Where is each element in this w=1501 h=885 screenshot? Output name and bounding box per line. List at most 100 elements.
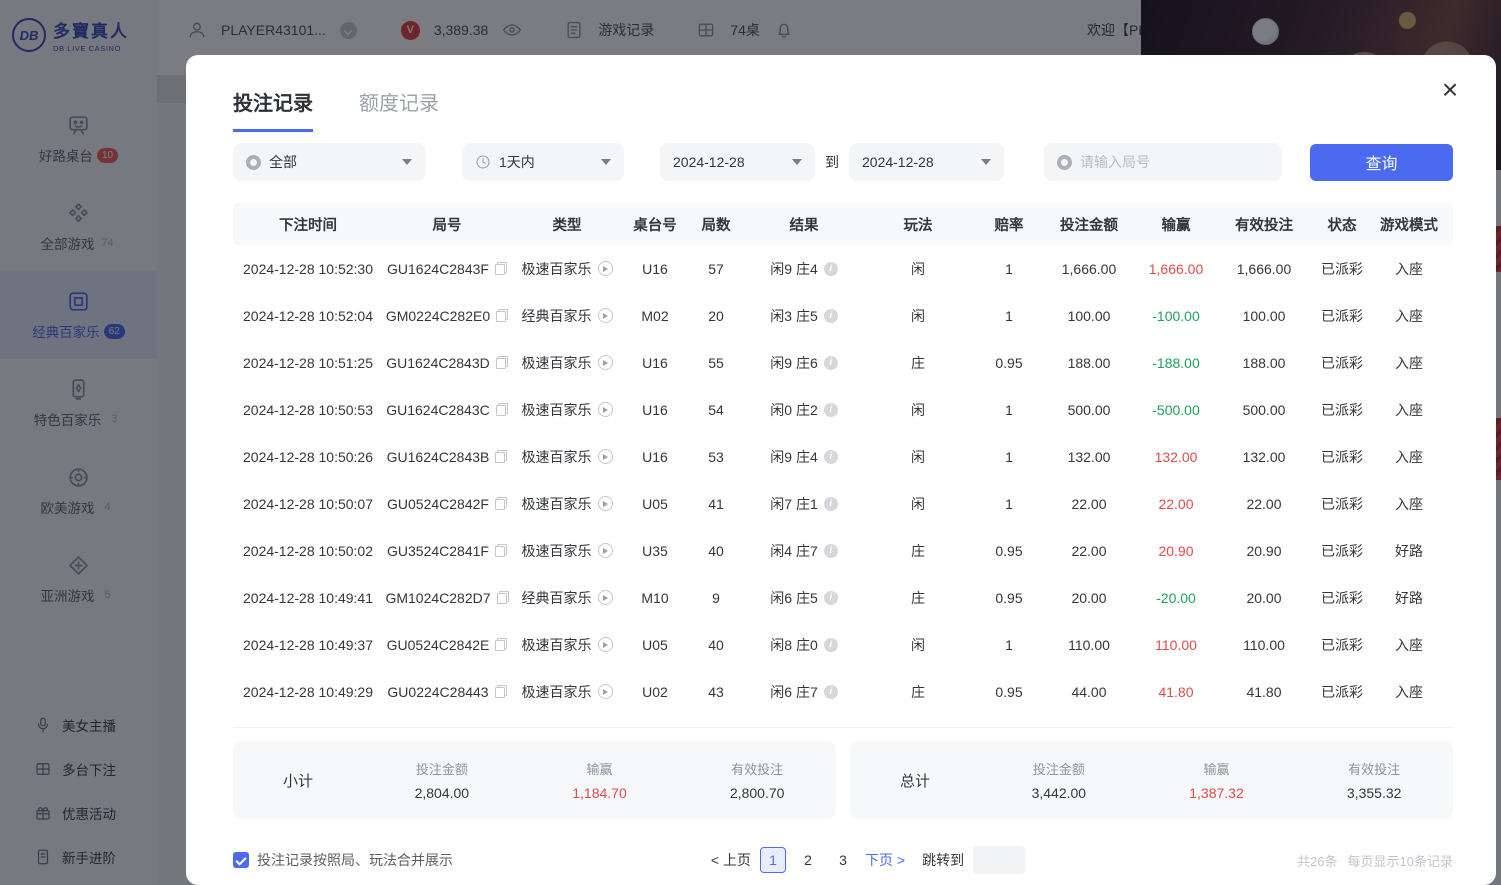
total-bet-label: 投注金额 — [980, 759, 1138, 778]
play-icon[interactable] — [598, 261, 613, 276]
modal-footer: 投注记录按照局、玩法合并展示 < 上页 1 2 3 下页 > 跳转到 共26条 … — [233, 844, 1453, 876]
records-per-page: 每页显示10条记录 — [1348, 851, 1453, 870]
info-icon[interactable]: i — [824, 262, 838, 276]
copy-icon[interactable] — [495, 262, 507, 275]
table-row[interactable]: 2024-12-28 10:49:41 GM1024C282D7 经典百家乐 M… — [233, 574, 1453, 621]
cell-game-type: 极速百家乐 — [511, 541, 623, 561]
jump-page-input[interactable] — [973, 846, 1025, 874]
info-icon[interactable]: i — [824, 685, 838, 699]
page-button-2[interactable]: 2 — [795, 847, 821, 873]
play-icon[interactable] — [598, 637, 613, 652]
cell-round-no: 54 — [687, 402, 745, 418]
play-icon[interactable] — [598, 496, 613, 511]
merge-checkbox[interactable] — [233, 852, 249, 868]
search-button[interactable]: 查询 — [1310, 144, 1453, 181]
cell-game-type: 经典百家乐 — [511, 588, 623, 608]
col-valid-bet: 有效投注 — [1219, 214, 1309, 235]
round-input[interactable] — [1080, 154, 1240, 170]
tab-credit-records[interactable]: 额度记录 — [359, 87, 439, 132]
copy-icon[interactable] — [495, 497, 507, 510]
page-button-3[interactable]: 3 — [830, 847, 856, 873]
pagination: < 上页 1 2 3 下页 > 跳转到 — [258, 844, 1478, 876]
cell-game-type: 极速百家乐 — [511, 494, 623, 514]
round-search-field[interactable] — [1044, 143, 1282, 181]
info-icon[interactable]: i — [824, 638, 838, 652]
copy-icon[interactable] — [495, 544, 507, 557]
cell-round-id: GU0524C2842F — [383, 496, 511, 512]
total-winloss-value: 1,387.32 — [1138, 785, 1296, 801]
table-row[interactable]: 2024-12-28 10:50:26 GU1624C2843B 极速百家乐 U… — [233, 433, 1453, 480]
play-icon[interactable] — [598, 543, 613, 558]
copy-icon[interactable] — [496, 403, 508, 416]
time-range-select[interactable]: 1天内 — [462, 143, 624, 181]
play-icon[interactable] — [598, 684, 613, 699]
date-from-value: 2024-12-28 — [673, 154, 745, 170]
cell-time: 2024-12-28 10:50:53 — [233, 402, 383, 418]
play-icon[interactable] — [598, 308, 613, 323]
info-icon[interactable]: i — [824, 403, 838, 417]
cell-game-mode: 入座 — [1375, 447, 1443, 467]
cell-valid-bet: 20.00 — [1219, 590, 1309, 606]
table-row[interactable]: 2024-12-28 10:49:29 GU0224C28443 极速百家乐 U… — [233, 668, 1453, 715]
copy-icon[interactable] — [495, 685, 507, 698]
cell-round-id: GU1624C2843B — [383, 449, 511, 465]
table-row[interactable]: 2024-12-28 10:50:02 GU3524C2841F 极速百家乐 U… — [233, 527, 1453, 574]
play-icon[interactable] — [598, 590, 613, 605]
cell-play: 闲 — [863, 635, 973, 655]
copy-icon[interactable] — [495, 450, 507, 463]
cell-round-id: GM1024C282D7 — [383, 590, 511, 606]
copy-icon[interactable] — [496, 309, 508, 322]
modal-tabs: 投注记录 额度记录 — [233, 87, 439, 132]
info-icon[interactable]: i — [824, 544, 838, 558]
cell-game-type: 极速百家乐 — [511, 635, 623, 655]
table-row[interactable]: 2024-12-28 10:52:04 GM0224C282E0 经典百家乐 M… — [233, 292, 1453, 339]
cell-winloss: 41.80 — [1133, 684, 1219, 700]
table-row[interactable]: 2024-12-28 10:49:37 GU0524C2842E 极速百家乐 U… — [233, 621, 1453, 668]
copy-icon[interactable] — [495, 638, 507, 651]
cell-round-no: 53 — [687, 449, 745, 465]
cell-table-no: U16 — [623, 261, 687, 277]
prev-page-button[interactable]: < 上页 — [711, 850, 751, 870]
cell-winloss: 22.00 — [1133, 496, 1219, 512]
play-icon[interactable] — [598, 355, 613, 370]
copy-icon[interactable] — [497, 591, 509, 604]
subtotal-card: 小计 投注金额 2,804.00 输赢 1,184.70 有效投注 2,800.… — [233, 741, 836, 819]
cell-table-no: U16 — [623, 402, 687, 418]
cell-game-mode: 入座 — [1375, 635, 1443, 655]
chevron-down-icon — [601, 159, 611, 165]
cell-time: 2024-12-28 10:50:26 — [233, 449, 383, 465]
page-button-1[interactable]: 1 — [760, 847, 786, 873]
play-icon[interactable] — [598, 449, 613, 464]
table-row[interactable]: 2024-12-28 10:51:25 GU1624C2843D 极速百家乐 U… — [233, 339, 1453, 386]
cell-odds: 0.95 — [973, 684, 1045, 700]
tab-bet-records[interactable]: 投注记录 — [233, 87, 313, 132]
cell-valid-bet: 132.00 — [1219, 449, 1309, 465]
cell-status: 已派彩 — [1309, 588, 1375, 608]
table-row[interactable]: 2024-12-28 10:50:53 GU1624C2843C 极速百家乐 U… — [233, 386, 1453, 433]
cell-odds: 0.95 — [973, 355, 1045, 371]
play-icon[interactable] — [598, 402, 613, 417]
next-page-button[interactable]: 下页 > — [865, 850, 905, 870]
table-row[interactable]: 2024-12-28 10:52:30 GU1624C2843F 极速百家乐 U… — [233, 245, 1453, 292]
subtotal-bet-value: 2,804.00 — [363, 785, 521, 801]
category-select[interactable]: 全部 — [233, 143, 425, 181]
cell-result: 闲3 庄5i — [745, 306, 863, 326]
cell-winloss: -100.00 — [1133, 308, 1219, 324]
info-icon[interactable]: i — [824, 450, 838, 464]
close-icon[interactable]: × — [1434, 75, 1466, 107]
info-icon[interactable]: i — [824, 356, 838, 370]
table-row[interactable]: 2024-12-28 10:50:07 GU0524C2842F 极速百家乐 U… — [233, 480, 1453, 527]
info-icon[interactable]: i — [824, 497, 838, 511]
cell-winloss: 1,666.00 — [1133, 261, 1219, 277]
date-from-picker[interactable]: 2024-12-28 — [660, 143, 815, 181]
cell-status: 已派彩 — [1309, 353, 1375, 373]
cell-game-type: 极速百家乐 — [511, 447, 623, 467]
cell-winloss: -500.00 — [1133, 402, 1219, 418]
info-icon[interactable]: i — [824, 309, 838, 323]
copy-icon[interactable] — [496, 356, 508, 369]
date-to-picker[interactable]: 2024-12-28 — [849, 143, 1004, 181]
info-icon[interactable]: i — [824, 591, 838, 605]
cell-game-type: 极速百家乐 — [511, 400, 623, 420]
cell-round-no: 41 — [687, 496, 745, 512]
cell-time: 2024-12-28 10:52:04 — [233, 308, 383, 324]
